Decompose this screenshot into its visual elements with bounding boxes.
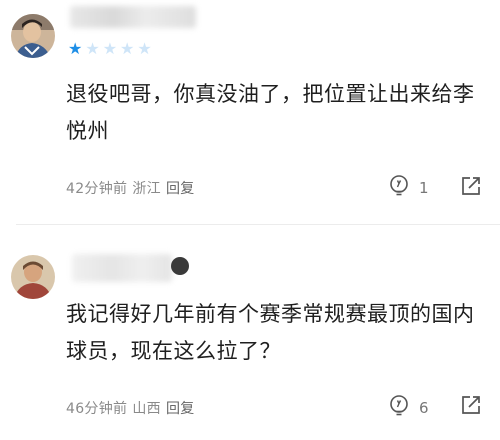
reply-button[interactable]: 回复 xyxy=(166,178,195,198)
star-empty-icon: ★ xyxy=(102,39,118,58)
star-rating: ★ ★ ★ ★ ★ xyxy=(68,40,152,58)
reply-button[interactable]: 回复 xyxy=(166,398,195,418)
share-icon xyxy=(460,177,482,201)
comment-location: 浙江 xyxy=(132,181,161,197)
comment-text: 退役吧哥，你真没油了，把位置让出来给李悦州 xyxy=(66,82,475,143)
comment-item: ★ ★ ★ ★ ★ 退役吧哥，你真没油了，把位置让出来给李悦州 42分钟前 浙江… xyxy=(0,0,500,224)
comment-time: 46分钟前 xyxy=(66,401,128,417)
like-count: 6 xyxy=(419,399,429,417)
username-redacted[interactable] xyxy=(72,254,172,282)
avatar[interactable] xyxy=(11,14,55,58)
comment-meta: 46分钟前 山西 回复 xyxy=(66,398,195,418)
like-count: 1 xyxy=(419,179,429,197)
comment-divider xyxy=(16,224,500,225)
share-icon xyxy=(460,396,482,420)
comment-location: 山西 xyxy=(132,401,161,417)
avatar[interactable] xyxy=(11,255,55,299)
comment-time: 42分钟前 xyxy=(66,181,128,197)
lightbulb-icon xyxy=(387,174,411,202)
star-empty-icon: ★ xyxy=(85,39,100,58)
username-redacted[interactable] xyxy=(70,6,196,28)
like-button[interactable]: 1 xyxy=(387,174,429,202)
like-button[interactable]: 6 xyxy=(387,394,429,422)
comment-item: 我记得好几年前有个赛季常规赛最顶的国内球员，现在这么拉了？ 46分钟前 山西 回… xyxy=(0,226,500,440)
comment-text: 我记得好几年前有个赛季常规赛最顶的国内球员，现在这么拉了？ xyxy=(66,302,475,363)
lightbulb-icon xyxy=(387,394,411,422)
star-filled-icon: ★ xyxy=(68,39,83,58)
comment-meta: 42分钟前 浙江 回复 xyxy=(66,178,195,198)
share-button[interactable] xyxy=(460,394,482,420)
star-empty-icon: ★ xyxy=(137,39,152,58)
star-empty-icon: ★ xyxy=(120,39,135,58)
verified-badge-icon xyxy=(171,257,189,275)
share-button[interactable] xyxy=(460,175,482,201)
